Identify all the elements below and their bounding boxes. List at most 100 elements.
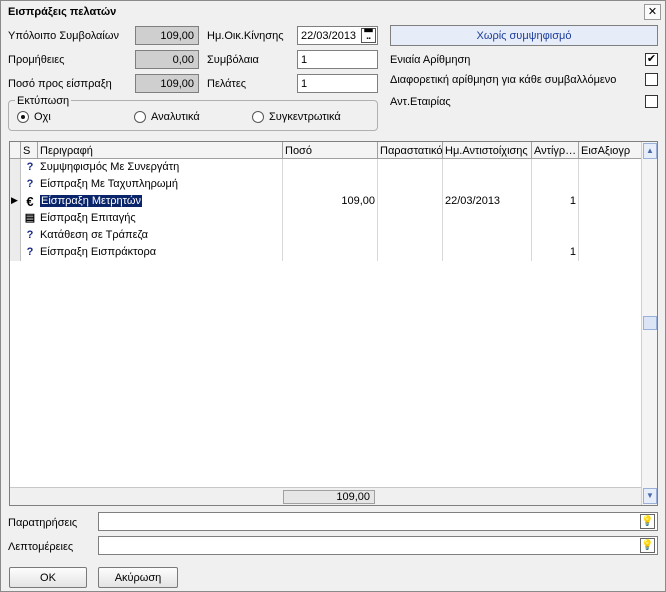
grid-header-s[interactable]: S — [21, 142, 38, 159]
grid-header-copies[interactable]: Αντίγρ… — [532, 142, 579, 159]
lightbulb-icon[interactable]: 💡 — [640, 538, 655, 553]
row-amount — [283, 210, 378, 227]
paratiriseis-label: Παρατηρήσεις — [8, 517, 78, 529]
grid-header-match-date[interactable]: Ημ.Αντιστοίχισης — [443, 142, 532, 159]
grid-footer: 109,00 — [10, 487, 642, 505]
row-description: Κατάθεση σε Τράπεζα — [38, 227, 283, 244]
row-securities — [579, 227, 642, 244]
close-button[interactable]: ✕ — [644, 4, 661, 20]
poso-label: Ποσό προς είσπραξη — [8, 78, 112, 90]
table-row[interactable]: ? Κατάθεση σε Τράπεζα — [10, 227, 642, 244]
row-description: Είσπραξη Εισπράκτορα — [38, 244, 283, 261]
row-date — [443, 244, 532, 261]
option-separate-numbering-checkbox[interactable] — [645, 73, 658, 86]
payments-grid[interactable]: S Περιγραφή Ποσό Παραστατικό Ημ.Αντιστοί… — [9, 141, 658, 506]
lightbulb-icon[interactable]: 💡 — [640, 514, 655, 529]
promitheies-field: 0,00 — [135, 50, 199, 69]
row-document — [378, 176, 443, 193]
netting-status[interactable]: Χωρίς συμψηφισμό — [390, 25, 658, 46]
symvolaia-field[interactable]: 1 — [297, 50, 378, 69]
grid-header-indicator — [10, 142, 21, 159]
scroll-thumb[interactable] — [643, 316, 657, 330]
grid-total-amount: 109,00 — [283, 490, 375, 504]
row-description: Είσπραξη Μετρητών — [38, 193, 283, 210]
radio-detailed-label: Αναλυτικά — [151, 111, 200, 123]
table-row-selected[interactable]: ▶ € Είσπραξη Μετρητών 109,00 22/03/2013 … — [10, 193, 642, 210]
row-amount — [283, 176, 378, 193]
row-amount — [283, 244, 378, 261]
row-copies — [532, 210, 579, 227]
option-unified-numbering-checkbox[interactable]: ✔ — [645, 53, 658, 66]
leptomereies-field[interactable]: 💡 — [98, 536, 658, 555]
dialog-window: Εισπράξεις πελατών ✕ Υπόλοιπο Συμβολαίων… — [0, 0, 666, 592]
row-description-selected[interactable]: Είσπραξη Μετρητών — [40, 195, 142, 207]
row-copies: 1 — [532, 244, 579, 261]
row-date — [443, 176, 532, 193]
print-group-title: Εκτύπωση — [15, 95, 72, 107]
table-row[interactable]: ? Συμψηφισμός Με Συνεργάτη — [10, 159, 642, 176]
row-document — [378, 193, 443, 210]
row-description: Είσπραξη Με Ταχυπληρωμή — [38, 176, 283, 193]
radio-detailed[interactable] — [134, 111, 146, 123]
grid-header-document[interactable]: Παραστατικό — [378, 142, 443, 159]
cancel-button[interactable]: Ακύρωση — [98, 567, 178, 588]
row-document — [378, 210, 443, 227]
row-document — [378, 227, 443, 244]
row-description: Συμψηφισμός Με Συνεργάτη — [38, 159, 283, 176]
radio-summary-label: Συγκεντρωτικά — [269, 111, 341, 123]
row-date — [443, 227, 532, 244]
option-company-checkbox[interactable] — [645, 95, 658, 108]
option-separate-numbering-label: Διαφορετική αρίθμηση για κάθε συμβαλλόμε… — [390, 74, 617, 86]
scroll-up-icon[interactable]: ▲ — [643, 143, 657, 159]
row-date — [443, 159, 532, 176]
grid-header-amount[interactable]: Ποσό — [283, 142, 378, 159]
leptomereies-label: Λεπτομέρειες — [8, 541, 74, 553]
date-label: Ημ.Οικ.Κίνησης — [207, 30, 284, 42]
table-row[interactable]: ? Είσπραξη Εισπράκτορα 1 — [10, 244, 642, 261]
row-securities — [579, 244, 642, 261]
row-pointer-icon: ▶ — [11, 195, 18, 205]
row-copies — [532, 176, 579, 193]
option-unified-numbering-label: Ενιαία Αρίθμηση — [390, 54, 471, 66]
row-securities — [579, 159, 642, 176]
promitheies-label: Προμήθειες — [8, 54, 65, 66]
title-bar: Εισπράξεις πελατών ✕ — [1, 1, 665, 23]
scroll-down-icon[interactable]: ▼ — [643, 488, 657, 504]
grid-header-securities[interactable]: ΕισΑξιογρ — [579, 142, 642, 159]
grid-vertical-scrollbar[interactable]: ▲ ▼ — [641, 142, 657, 505]
symvolaia-label: Συμβόλαια — [207, 54, 259, 66]
calendar-icon[interactable]: ▀▀ ▪▪ — [361, 28, 376, 43]
pelates-label: Πελάτες — [207, 78, 247, 90]
table-row[interactable]: ? Είσπραξη Με Ταχυπληρωμή — [10, 176, 642, 193]
row-securities — [579, 193, 642, 210]
row-copies: 1 — [532, 193, 579, 210]
option-company-label: Αντ.Εταιρίας — [390, 96, 451, 108]
question-icon: ? — [26, 246, 34, 258]
euro-icon: € — [26, 194, 34, 209]
radio-no-print[interactable] — [17, 111, 29, 123]
row-description: Είσπραξη Επιταγής — [38, 210, 283, 227]
ypoloipo-label: Υπόλοιπο Συμβολαίων — [8, 30, 119, 42]
row-securities — [579, 176, 642, 193]
date-field[interactable]: 22/03/2013 ▀▀ ▪▪ — [297, 26, 378, 45]
question-icon: ? — [26, 229, 34, 241]
question-icon: ? — [26, 178, 34, 190]
paratiriseis-field[interactable]: 💡 — [98, 512, 658, 531]
table-row[interactable]: ▤ Είσπραξη Επιταγής — [10, 210, 642, 227]
row-securities — [579, 210, 642, 227]
row-amount — [283, 159, 378, 176]
poso-field: 109,00 — [135, 74, 199, 93]
grid-header-description[interactable]: Περιγραφή — [38, 142, 283, 159]
row-document — [378, 244, 443, 261]
date-value: 22/03/2013 — [301, 30, 357, 42]
row-copies — [532, 227, 579, 244]
question-icon: ? — [26, 161, 34, 173]
row-amount: 109,00 — [283, 193, 378, 210]
radio-summary[interactable] — [252, 111, 264, 123]
ok-button[interactable]: OK — [9, 567, 87, 588]
window-title: Εισπράξεις πελατών — [8, 6, 117, 18]
cheque-icon: ▤ — [24, 212, 36, 224]
row-document — [378, 159, 443, 176]
row-amount — [283, 227, 378, 244]
pelates-field[interactable]: 1 — [297, 74, 378, 93]
